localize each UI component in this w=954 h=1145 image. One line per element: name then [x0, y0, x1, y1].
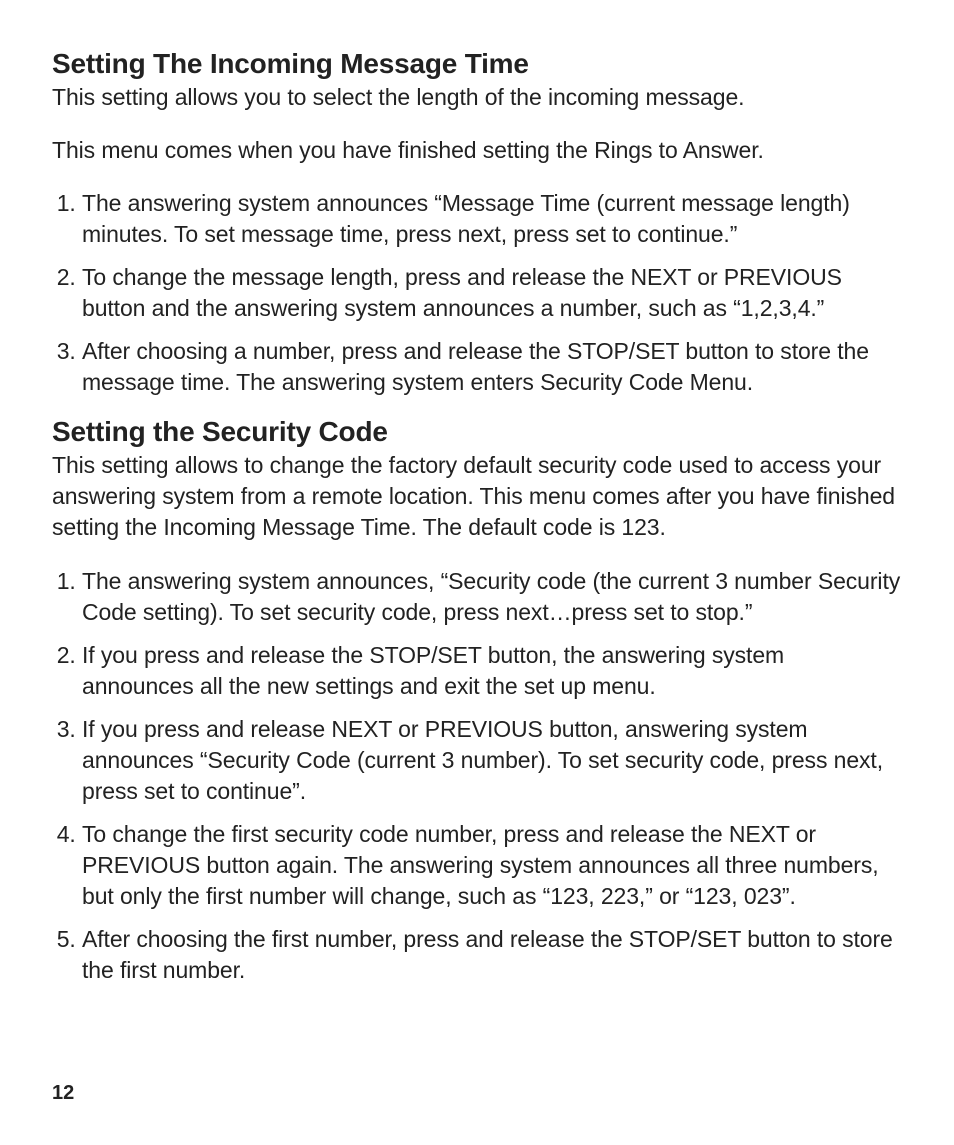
list-item: The answering system announces, “Securit… [82, 566, 902, 628]
list-item: After choosing a number, press and relea… [82, 336, 902, 398]
list-item: To change the message length, press and … [82, 262, 902, 324]
ordered-list-security-code: The answering system announces, “Securit… [52, 566, 902, 987]
list-item: To change the first security code number… [82, 819, 902, 912]
list-item: If you press and release NEXT or PREVIOU… [82, 714, 902, 807]
section-heading-security-code: Setting the Security Code [52, 416, 902, 448]
list-item: The answering system announces “Message … [82, 188, 902, 250]
list-item: After choosing the first number, press a… [82, 924, 902, 986]
ordered-list-message-time: The answering system announces “Message … [52, 188, 902, 398]
body-paragraph: This setting allows you to select the le… [52, 82, 902, 113]
body-paragraph: This menu comes when you have finished s… [52, 135, 902, 166]
section-heading-incoming-message-time: Setting The Incoming Message Time [52, 48, 902, 80]
body-paragraph: This setting allows to change the factor… [52, 450, 902, 543]
page-number: 12 [52, 1082, 74, 1105]
list-item: If you press and release the STOP/SET bu… [82, 640, 902, 702]
